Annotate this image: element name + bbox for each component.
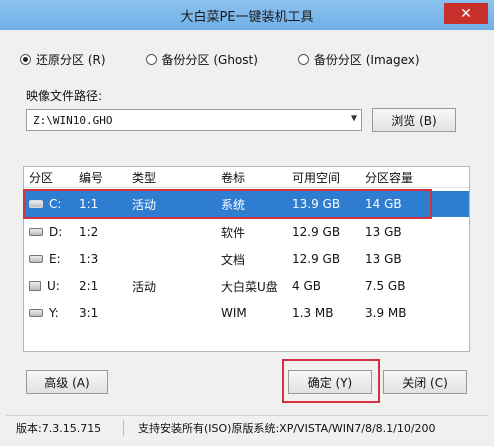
volume-label: 系统 bbox=[221, 197, 246, 212]
window-close-button[interactable]: ✕ bbox=[444, 3, 488, 24]
partition-number: 2:1 bbox=[79, 279, 99, 293]
client-area: 还原分区 (R) 备份分区 (Ghost) 备份分区 (Imagex) 映像文件… bbox=[6, 30, 488, 438]
free-space: 12.9 GB bbox=[292, 252, 341, 266]
partition-list[interactable]: 分区 编号 类型 卷标 可用空间 分区容量 C: 1:1 活动 系统 13.9 … bbox=[23, 166, 470, 352]
supported-systems-text: 支持安装所有(ISO)原版系统:XP/VISTA/WIN7/8/8.1/10/2… bbox=[138, 421, 436, 435]
partition-type: 活动 bbox=[132, 279, 157, 294]
partition-number: 1:2 bbox=[79, 225, 99, 239]
column-header-partition[interactable]: 分区 bbox=[24, 169, 79, 186]
browse-button[interactable]: 浏览 (B) bbox=[372, 108, 456, 132]
mode-radio-group: 还原分区 (R) 备份分区 (Ghost) 备份分区 (Imagex) bbox=[20, 51, 460, 68]
mode-label: 还原分区 (R) bbox=[36, 53, 106, 67]
hdd-icon bbox=[29, 200, 43, 208]
free-space: 13.9 GB bbox=[292, 197, 341, 211]
mode-restore-radio[interactable]: 还原分区 (R) bbox=[20, 51, 106, 68]
table-row[interactable]: Y: 3:1 WIM 1.3 MB 3.9 MB bbox=[24, 301, 469, 325]
volume-label: 文档 bbox=[221, 252, 246, 267]
column-header-label[interactable]: 卷标 bbox=[221, 169, 292, 186]
advanced-button[interactable]: 高级 (A) bbox=[26, 370, 108, 394]
image-path-value: Z:\WIN10.GHO bbox=[33, 113, 113, 127]
hdd-icon bbox=[29, 255, 43, 263]
title-bar[interactable]: 大白菜PE一键装机工具 ✕ bbox=[0, 0, 494, 30]
table-row[interactable]: D: 1:2 软件 12.9 GB 13 GB bbox=[24, 220, 469, 244]
partition-size: 14 GB bbox=[365, 197, 402, 211]
partition-number: 3:1 bbox=[79, 306, 99, 320]
table-row[interactable]: E: 1:3 文档 12.9 GB 13 GB bbox=[24, 247, 469, 271]
column-header-free[interactable]: 可用空间 bbox=[292, 169, 365, 186]
image-path-combobox[interactable]: Z:\WIN10.GHO ▼ bbox=[26, 109, 362, 131]
table-row[interactable]: U: 2:1 活动 大白菜U盘 4 GB 7.5 GB bbox=[24, 274, 469, 298]
hdd-icon bbox=[29, 228, 43, 236]
volume-label: 软件 bbox=[221, 225, 246, 240]
partition-size: 13 GB bbox=[365, 225, 402, 239]
free-space: 4 GB bbox=[292, 279, 321, 293]
version-text: 版本:7.3.15.715 bbox=[6, 419, 124, 436]
free-space: 12.9 GB bbox=[292, 225, 341, 239]
drive-letter: D: bbox=[49, 225, 63, 239]
volume-label: WIM bbox=[221, 306, 247, 320]
column-header-type[interactable]: 类型 bbox=[132, 169, 221, 186]
column-header-size[interactable]: 分区容量 bbox=[365, 169, 465, 186]
radio-dot[interactable] bbox=[20, 54, 31, 65]
partition-type: 活动 bbox=[132, 197, 157, 212]
status-bar: 版本:7.3.15.715 支持安装所有(ISO)原版系统:XP/VISTA/W… bbox=[6, 415, 488, 439]
mode-label: 备份分区 (Imagex) bbox=[313, 53, 420, 67]
partition-list-header: 分区 编号 类型 卷标 可用空间 分区容量 bbox=[24, 167, 469, 188]
table-row[interactable]: C: 1:1 活动 系统 13.9 GB 14 GB bbox=[24, 191, 469, 217]
ok-button[interactable]: 确定 (Y) bbox=[288, 370, 372, 394]
free-space: 1.3 MB bbox=[292, 306, 334, 320]
partition-size: 3.9 MB bbox=[365, 306, 407, 320]
drive-letter: C: bbox=[49, 197, 62, 211]
mode-backup-ghost-radio[interactable]: 备份分区 (Ghost) bbox=[145, 51, 258, 68]
mode-backup-imagex-radio[interactable]: 备份分区 (Imagex) bbox=[297, 51, 420, 68]
drive-letter: Y: bbox=[49, 306, 59, 320]
image-path-label: 映像文件路径: bbox=[26, 89, 103, 103]
partition-number: 1:1 bbox=[79, 197, 99, 211]
radio-dot[interactable] bbox=[145, 54, 157, 65]
usb-drive-icon bbox=[29, 281, 41, 291]
chevron-down-icon[interactable]: ▼ bbox=[351, 113, 357, 124]
partition-size: 13 GB bbox=[365, 252, 402, 266]
partition-number: 1:3 bbox=[79, 252, 99, 266]
window-title: 大白菜PE一键装机工具 bbox=[180, 9, 314, 25]
drive-letter: E: bbox=[49, 252, 61, 266]
installer-window: 大白菜PE一键装机工具 ✕ 还原分区 (R) 备份分区 (Ghost) 备份分区… bbox=[0, 0, 494, 446]
radio-dot[interactable] bbox=[297, 54, 309, 65]
drive-letter: U: bbox=[47, 279, 60, 293]
close-button[interactable]: 关闭 (C) bbox=[383, 370, 467, 394]
partition-size: 7.5 GB bbox=[365, 279, 406, 293]
volume-label: 大白菜U盘 bbox=[221, 279, 278, 294]
column-header-number[interactable]: 编号 bbox=[79, 169, 132, 186]
hdd-icon bbox=[29, 309, 43, 317]
mode-label: 备份分区 (Ghost) bbox=[161, 53, 258, 67]
